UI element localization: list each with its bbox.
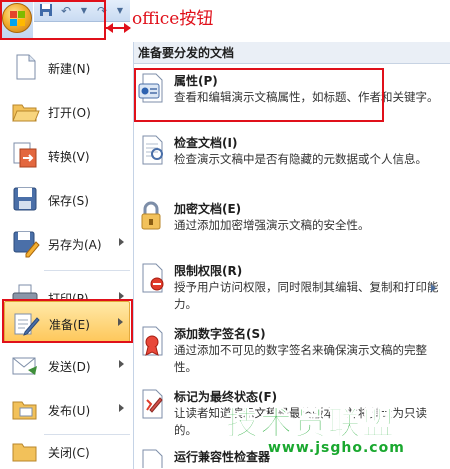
panel-item-title: 限制权限(R)	[174, 264, 243, 278]
prepare-highlight	[2, 299, 133, 343]
panel-item-description: 通过添加加密增强演示文稿的安全性。	[174, 218, 370, 232]
convert-icon	[10, 140, 40, 170]
panel-item-title: 加密文档(E)	[174, 202, 242, 216]
panel-item-description: 检查演示文稿中是否有隐藏的元数据或个人信息。	[174, 152, 427, 166]
compatibility-checker-icon	[137, 448, 167, 468]
properties-highlight	[134, 68, 384, 122]
watermark-url: www.jsgho.com	[268, 440, 405, 456]
menu-item-label: 另存为(A)	[48, 238, 102, 252]
open-folder-icon	[10, 96, 40, 126]
title-bar: ↶ ▼ ↷ ▼ office按钮	[0, 0, 450, 42]
submenu-arrow-icon	[119, 404, 124, 412]
watermark: 技术员联盟 www.jsgho.com	[225, 398, 450, 469]
office-button-annotation: office按钮	[132, 9, 214, 29]
submenu-arrow-icon	[431, 284, 436, 292]
menu-item-label: 发布(U)	[48, 404, 91, 418]
annotation-arrow	[106, 23, 131, 33]
menu-item-label: 打开(O)	[48, 106, 91, 120]
panel-item-digital-signature[interactable]: 添加数字签名(S) 通过添加不可见的数字签名来确保演示文稿的完整性。	[134, 325, 450, 377]
menu-item-save[interactable]: 保存(S)	[4, 178, 130, 222]
menu-item-label: 关闭(C)	[48, 446, 90, 460]
office-menu-left-column: 新建(N) 打开(O) 转换(V) 保存(S) 另存为(A) 打印(P) 准备(…	[0, 42, 134, 469]
save-icon	[10, 184, 40, 214]
panel-item-title: 检查文档(I)	[174, 136, 238, 150]
menu-item-label: 发送(D)	[48, 360, 91, 374]
panel-header: 准备要分发的文档	[134, 42, 450, 64]
menu-divider	[44, 270, 130, 271]
mark-final-icon	[137, 388, 167, 420]
office-button-highlight	[0, 0, 106, 40]
panel-item-description: 授予用户访问权限，同时限制其编辑、复制和打印能力。	[174, 280, 439, 311]
menu-item-open[interactable]: 打开(O)	[4, 90, 130, 134]
save-as-icon	[10, 228, 40, 258]
customize-toolbar-icon[interactable]: ▼	[112, 3, 128, 19]
send-icon	[10, 350, 40, 380]
close-folder-icon	[10, 436, 40, 466]
watermark-text: 技术员联盟	[225, 404, 397, 443]
panel-item-inspect[interactable]: 检查文档(I) 检查演示文稿中是否有隐藏的元数据或个人信息。	[134, 134, 450, 186]
submenu-arrow-icon	[119, 360, 124, 368]
panel-item-restrict-permission[interactable]: 限制权限(R) 授予用户访问权限，同时限制其编辑、复制和打印能力。	[134, 262, 450, 314]
menu-item-new[interactable]: 新建(N)	[4, 46, 130, 90]
menu-item-send[interactable]: 发送(D)	[4, 344, 130, 388]
panel-item-title: 添加数字签名(S)	[174, 327, 266, 341]
encrypt-lock-icon	[137, 200, 167, 232]
restrict-permission-icon	[137, 262, 167, 294]
menu-item-close[interactable]: 关闭(C)	[4, 430, 130, 469]
new-document-icon	[10, 52, 40, 82]
menu-item-label: 保存(S)	[48, 194, 89, 208]
digital-signature-icon	[137, 325, 167, 357]
submenu-arrow-icon	[119, 238, 124, 246]
menu-item-save-as[interactable]: 另存为(A)	[4, 222, 130, 266]
menu-item-label: 新建(N)	[48, 62, 91, 76]
panel-item-description: 通过添加不可见的数字签名来确保演示文稿的完整性。	[174, 343, 427, 374]
menu-item-publish[interactable]: 发布(U)	[4, 388, 130, 432]
menu-item-label: 转换(V)	[48, 150, 90, 164]
publish-icon	[10, 394, 40, 424]
menu-item-convert[interactable]: 转换(V)	[4, 134, 130, 178]
inspect-document-icon	[137, 134, 167, 166]
panel-item-encrypt[interactable]: 加密文档(E) 通过添加加密增强演示文稿的安全性。	[134, 200, 450, 240]
